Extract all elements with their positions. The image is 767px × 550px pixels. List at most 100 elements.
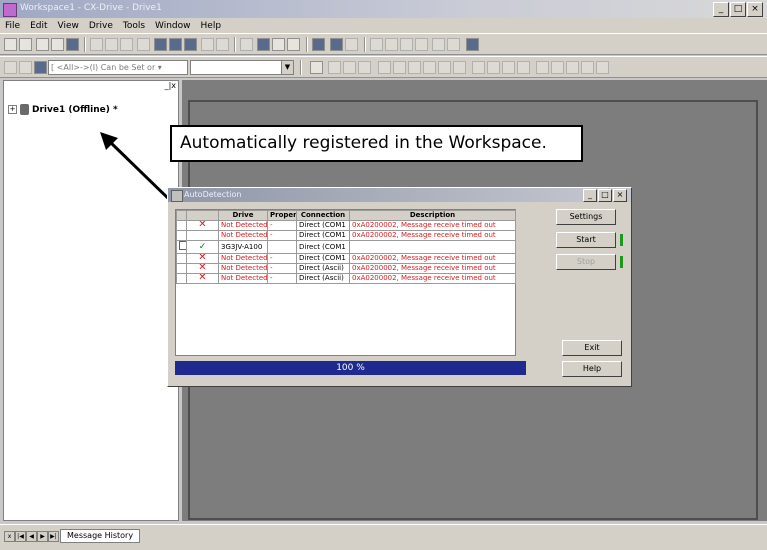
settings-icon[interactable]	[272, 38, 285, 51]
exit-button[interactable]: Exit	[562, 340, 622, 356]
last-tab-icon[interactable]: ▶|	[48, 531, 59, 542]
menu-view[interactable]: View	[58, 21, 79, 31]
expand-icon[interactable]: +	[8, 105, 17, 114]
workspace-pane-close-icon[interactable]: _|x	[154, 81, 176, 92]
stop-button[interactable]: Stop	[556, 254, 616, 270]
toolbar-separator	[300, 60, 302, 75]
table-row[interactable]: Not Detected - Direct (COM1 0xA0200002, Mes…	[176, 230, 516, 241]
parameter-filter-combo[interactable]: [ <All>->(I) Can be Set or ▾	[48, 60, 188, 75]
column-header-description[interactable]: Description	[349, 210, 516, 221]
menu-tools[interactable]: Tools	[123, 21, 145, 31]
edit-icon[interactable]	[328, 61, 341, 74]
table-row[interactable]: ✕ Not Detected - Direct (COM1 0xA0200002, Me…	[176, 220, 516, 231]
compare-icon[interactable]	[184, 38, 197, 51]
mode-icon[interactable]	[536, 61, 549, 74]
column-header-connection[interactable]: Connection	[296, 210, 350, 221]
write-icon[interactable]	[423, 61, 436, 74]
properties-icon[interactable]	[370, 38, 383, 51]
settings-button[interactable]: Settings	[556, 209, 616, 225]
menu-drive[interactable]: Drive	[89, 21, 113, 31]
cut-icon[interactable]	[90, 38, 103, 51]
cell-connection: Direct (COM1	[296, 253, 350, 264]
tab-message-history[interactable]: Message History	[60, 529, 141, 543]
plus-icon[interactable]	[432, 38, 445, 51]
copy-icon[interactable]	[105, 38, 118, 51]
table-row[interactable]: ✕ Not Detected - Direct (COM1 0xA0200002, Me…	[176, 253, 516, 264]
column-header-proper[interactable]: Proper	[267, 210, 297, 221]
error-x-icon: ✕	[186, 253, 219, 264]
dialog-close-button[interactable]: ×	[613, 189, 627, 202]
zoom-out-icon[interactable]	[415, 38, 428, 51]
window-icon[interactable]	[330, 38, 343, 51]
tree-item-drive1[interactable]: + Drive1 (Offline) *	[8, 104, 118, 115]
signal-icon[interactable]	[517, 61, 530, 74]
tune-icon[interactable]	[502, 61, 515, 74]
minus-icon[interactable]	[447, 38, 460, 51]
warning-icon[interactable]	[310, 61, 323, 74]
menu-help[interactable]: Help	[201, 21, 222, 31]
monitor-icon[interactable]	[257, 38, 270, 51]
download-icon[interactable]	[393, 61, 406, 74]
row-selector	[176, 230, 187, 241]
parameter-select-combo[interactable]: ▼	[190, 60, 294, 75]
menu-file[interactable]: File	[5, 21, 20, 31]
cancel-icon[interactable]	[358, 61, 371, 74]
folder-icon[interactable]	[36, 38, 49, 51]
cell-description: 0xA0200002, Message receive timed out	[349, 273, 516, 284]
save-icon[interactable]	[51, 38, 64, 51]
minimize-button[interactable]: _	[713, 2, 729, 17]
wave-icon[interactable]	[487, 61, 500, 74]
export-icon[interactable]	[466, 38, 479, 51]
table-row[interactable]: ✕ Not Detected - Direct (Ascii) 0xA0200002, …	[176, 273, 516, 284]
trace-icon[interactable]	[472, 61, 485, 74]
refresh-icon[interactable]	[345, 38, 358, 51]
help-button[interactable]: Help	[562, 361, 622, 377]
first-tab-icon[interactable]: |◀	[15, 531, 26, 542]
zoom-icon[interactable]	[216, 38, 229, 51]
read-icon[interactable]	[438, 61, 451, 74]
column-header[interactable]	[186, 210, 219, 221]
search-icon[interactable]	[385, 38, 398, 51]
omega-icon[interactable]	[581, 61, 594, 74]
grid-icon[interactable]	[312, 38, 325, 51]
cell-drive: 3G3JV-A100	[218, 240, 268, 254]
verify-icon[interactable]	[408, 61, 421, 74]
cycle-icon[interactable]	[566, 61, 579, 74]
transfer-icon[interactable]	[169, 38, 182, 51]
start-button[interactable]: Start	[556, 232, 616, 248]
toolbar-separator	[364, 37, 366, 52]
chart-icon[interactable]	[453, 61, 466, 74]
open-icon[interactable]	[19, 38, 32, 51]
find-icon[interactable]	[240, 38, 253, 51]
paste-icon[interactable]	[120, 38, 133, 51]
help-icon[interactable]	[287, 38, 300, 51]
prev-tab-icon[interactable]: ◀	[26, 531, 37, 542]
pane-icon[interactable]: x	[4, 531, 15, 542]
table-row[interactable]: ✓ 3G3JV-A100 Direct (COM1	[176, 240, 516, 254]
print-icon[interactable]	[66, 38, 79, 51]
print-preview-icon[interactable]	[201, 38, 214, 51]
link-icon[interactable]	[551, 61, 564, 74]
upload-icon[interactable]	[378, 61, 391, 74]
next-tab-icon[interactable]: ▶	[37, 531, 48, 542]
zoom-in-icon[interactable]	[400, 38, 413, 51]
dialog-maximize-button[interactable]: □	[598, 189, 612, 202]
maximize-button[interactable]: □	[730, 2, 746, 17]
volt-icon[interactable]	[596, 61, 609, 74]
dialog-minimize-button[interactable]: _	[583, 189, 597, 202]
new-icon[interactable]	[4, 38, 17, 51]
column-header-drive[interactable]: Drive	[218, 210, 268, 221]
table-row[interactable]: ✕ Not Detected - Direct (Ascii) 0xA0200002, …	[176, 263, 516, 274]
undo-icon[interactable]	[137, 38, 150, 51]
close-button[interactable]: ×	[747, 2, 763, 17]
online-icon[interactable]	[154, 38, 167, 51]
dialog-title: AutoDetection	[184, 190, 242, 199]
menu-edit[interactable]: Edit	[30, 21, 47, 31]
disconnect-icon[interactable]	[19, 61, 32, 74]
list-icon[interactable]	[34, 61, 47, 74]
chevron-down-icon[interactable]: ▼	[281, 61, 293, 74]
delete-icon[interactable]	[343, 61, 356, 74]
menu-window[interactable]: Window	[155, 21, 191, 31]
connect-icon[interactable]	[4, 61, 17, 74]
column-header[interactable]	[176, 210, 187, 221]
